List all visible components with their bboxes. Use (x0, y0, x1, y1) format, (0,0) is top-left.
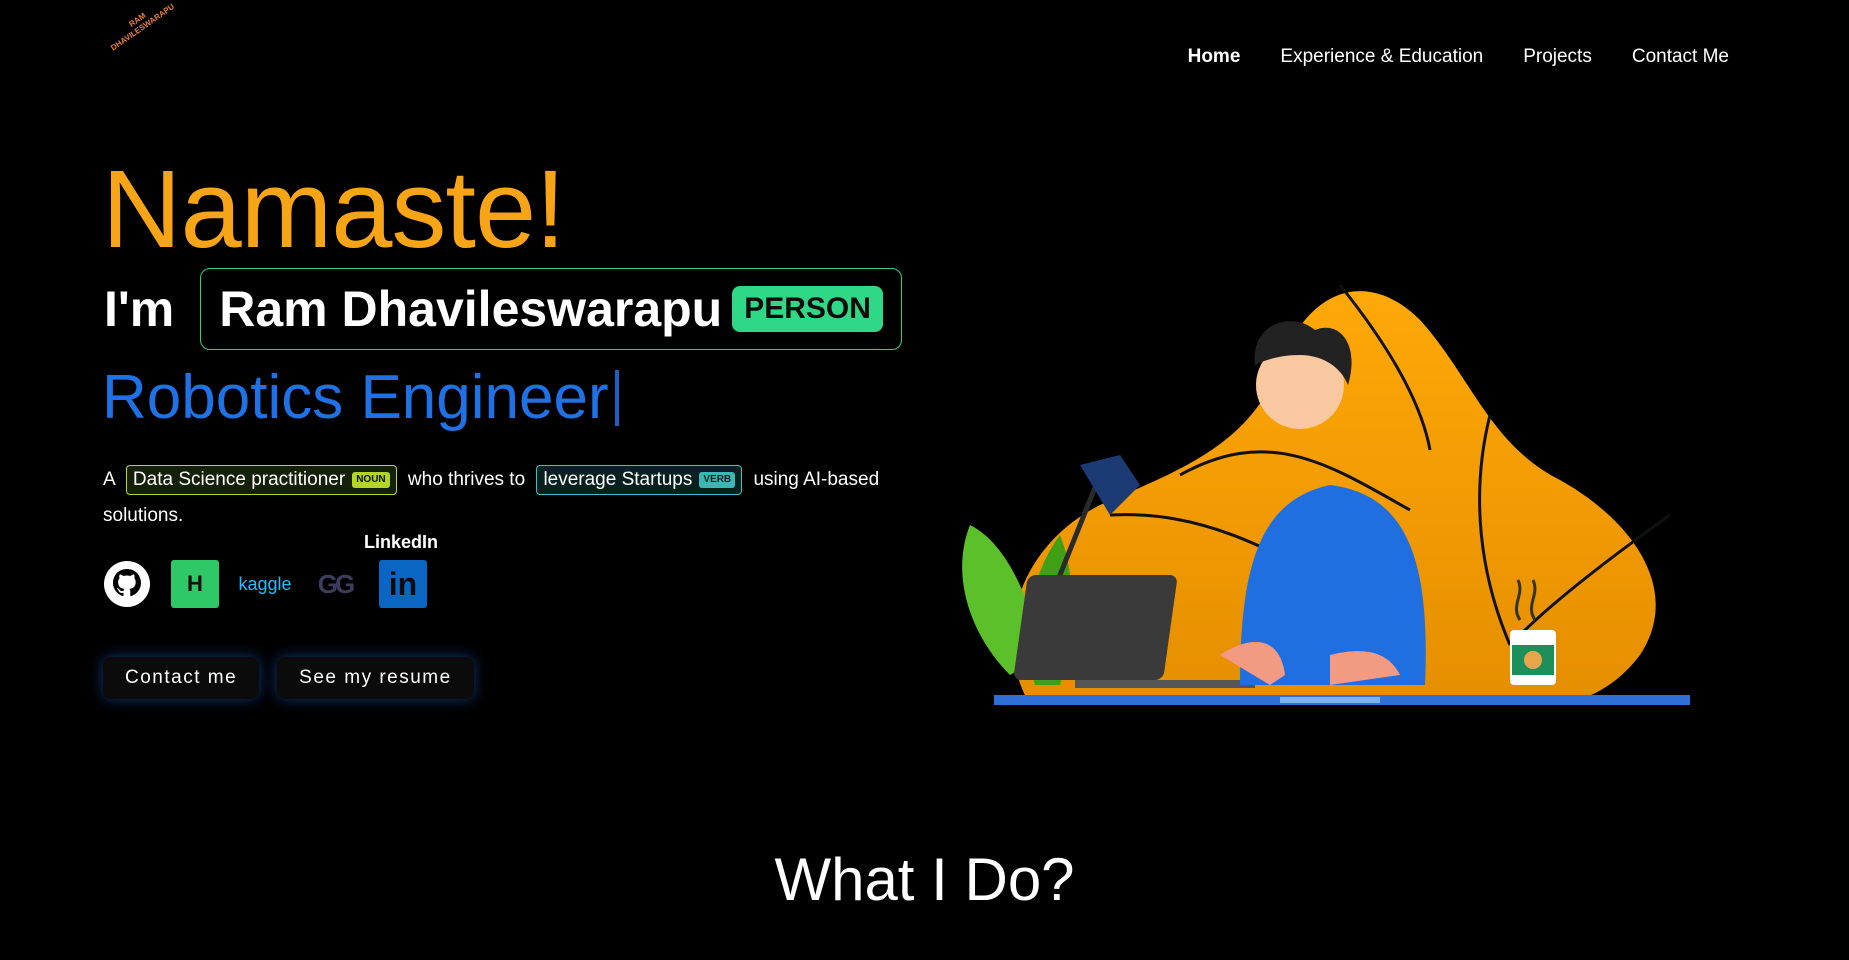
person-name: Ram Dhavileswarapu (219, 281, 723, 337)
kaggle-icon[interactable]: kaggle (238, 560, 292, 608)
hackerrank-icon[interactable]: H (171, 560, 219, 608)
tagline: A Data Science practitioner NOUN who thr… (103, 462, 903, 534)
im-label: I'm (104, 281, 175, 337)
greeting-heading: Namaste! (102, 148, 566, 271)
linkedin-tooltip: LinkedIn (364, 532, 439, 552)
noun-chip: Data Science practitioner NOUN (125, 464, 397, 495)
linkedin-icon[interactable]: in (379, 560, 427, 608)
role-text: Robotics Engineer (102, 363, 609, 432)
cta-buttons: Contact me See my resume (103, 657, 474, 699)
linkedin-glyph: in (388, 565, 418, 602)
verb-tag: VERB (699, 471, 736, 488)
contact-me-button[interactable]: Contact me (103, 657, 260, 699)
social-links: H kaggle GG LinkedIn in (103, 532, 438, 608)
see-resume-button[interactable]: See my resume (277, 657, 474, 699)
what-i-do-heading: What I Do? (774, 846, 1075, 913)
github-icon[interactable] (103, 560, 151, 608)
person-tag: PERSON (732, 286, 883, 332)
desc-prefix: A (103, 469, 115, 490)
nav-experience-education[interactable]: Experience & Education (1280, 46, 1483, 68)
linkedin-wrap: LinkedIn in (364, 532, 438, 608)
name-entity-box: Ram Dhavileswarapu PERSON (200, 268, 902, 350)
site-logo[interactable]: RAM DHAVILESWARAPU (98, 0, 200, 83)
nav-contact-me[interactable]: Contact Me (1632, 46, 1729, 68)
role-typewriter: Robotics Engineer (102, 362, 619, 433)
nav-home[interactable]: Home (1188, 46, 1241, 68)
kaggle-text: kaggle (238, 573, 292, 594)
desc-middle: who thrives to (407, 469, 526, 490)
noun-tag: NOUN (352, 471, 390, 488)
laptop (1014, 575, 1177, 680)
noun-chip-text: Data Science practitioner (132, 468, 346, 490)
typing-cursor (614, 370, 619, 426)
nav-projects[interactable]: Projects (1523, 46, 1592, 68)
main-nav: Home Experience & Education Projects Con… (1188, 46, 1729, 68)
geeksforgeeks-icon[interactable]: GG (311, 560, 359, 608)
logo-line2: DHAVILESWARAPU (109, 1, 177, 53)
verb-chip-text: leverage Startups (543, 468, 693, 490)
developer-illustration (962, 284, 1690, 705)
verb-chip: leverage Startups VERB (536, 464, 743, 495)
gfg-text: GG (317, 568, 355, 599)
hackerrank-glyph: H (187, 571, 203, 596)
name-row: I'm Ram Dhavileswarapu PERSON (104, 268, 902, 350)
